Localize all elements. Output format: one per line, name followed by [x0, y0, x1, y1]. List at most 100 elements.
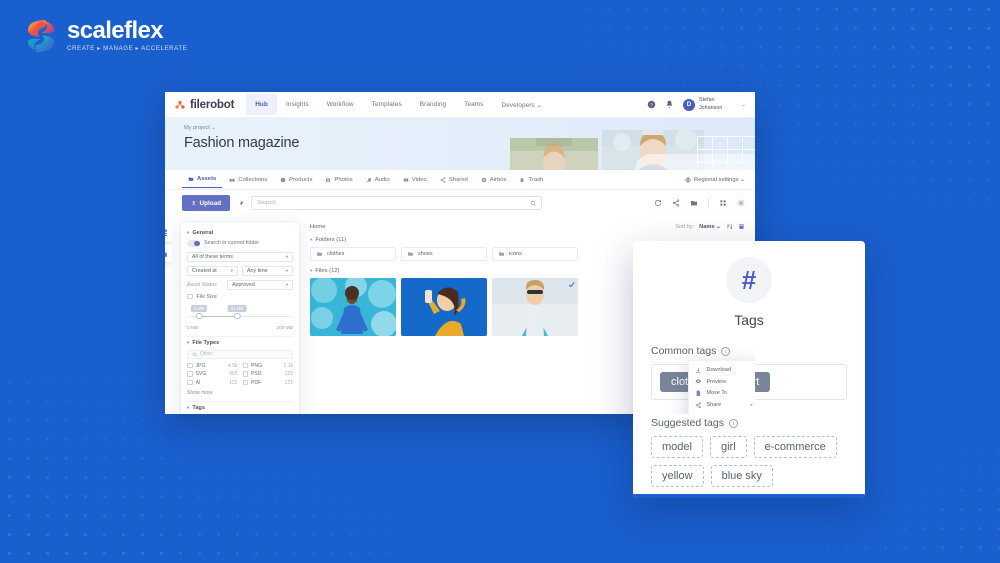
- chevron-down-icon: ▾: [187, 404, 190, 410]
- show-more-link[interactable]: Show more: [187, 390, 293, 396]
- asset-tab-collections[interactable]: Collections: [223, 172, 273, 188]
- suggested-tag-chip[interactable]: yellow: [651, 465, 704, 487]
- left-rail: [165, 224, 172, 262]
- facet-count: 121: [284, 379, 293, 386]
- facet-item[interactable]: PNG 1.1k: [242, 362, 293, 369]
- date-filter-row: Created at ▾ Any time ▾: [187, 265, 293, 276]
- search-current-folder-toggle[interactable]: Search in current folder: [187, 240, 293, 247]
- bell-icon[interactable]: [665, 100, 674, 109]
- regional-settings-button[interactable]: Regional settings ⌄: [685, 177, 745, 183]
- chevron-down-icon: ▾: [187, 339, 190, 345]
- folder-icon[interactable]: [690, 199, 698, 207]
- file-thumbnail[interactable]: [492, 278, 578, 336]
- facet-checkbox[interactable]: [242, 362, 248, 369]
- filerobot-logo[interactable]: filerobot: [174, 99, 234, 111]
- user-menu[interactable]: D Stefan Johanson ⌄: [682, 97, 746, 112]
- context-menu-item-move-to[interactable]: Move To: [689, 387, 755, 399]
- facet-item[interactable]: SVG 465: [187, 371, 238, 377]
- help-circle-icon[interactable]: ?: [647, 100, 656, 109]
- context-menu-item-edit-image[interactable]: Edit Image: [689, 411, 755, 415]
- date-field-select[interactable]: Created at ▾: [187, 265, 238, 276]
- gear-icon[interactable]: [737, 199, 745, 207]
- suggested-tags-list: model girl e-commerce yellow blue sky: [651, 436, 847, 487]
- folder-card[interactable]: clothes: [310, 247, 396, 261]
- search-icon[interactable]: [530, 200, 537, 207]
- rail-button-layers[interactable]: [165, 245, 172, 262]
- filter-section-file-types[interactable]: ▾ File Types: [187, 340, 293, 346]
- info-icon[interactable]: i: [728, 418, 738, 428]
- file-size-range-ends: 0 MB 200 MB: [187, 326, 293, 331]
- facet-item[interactable]: JPG 4.5k: [187, 363, 238, 369]
- file-size-checkbox-row[interactable]: File Size: [187, 294, 293, 300]
- facet-checkbox[interactable]: [242, 379, 248, 386]
- file-size-slider[interactable]: 5 MB 31 MB: [189, 304, 291, 325]
- facet-checkbox[interactable]: [187, 379, 193, 386]
- products-icon: [280, 177, 286, 182]
- asset-tab-photos[interactable]: Photos: [319, 172, 358, 188]
- topnav-item-teams[interactable]: Teams: [455, 94, 492, 115]
- slider-handle-min[interactable]: [195, 312, 203, 320]
- asset-status-select[interactable]: Approved ▾: [227, 279, 293, 290]
- file-thumbnail[interactable]: [401, 278, 487, 336]
- asset-tab-assets[interactable]: Assets: [182, 171, 223, 188]
- asset-tab-airbox[interactable]: Airbox: [475, 172, 513, 188]
- rail-button-filters[interactable]: [165, 224, 172, 241]
- suggested-tag-chip[interactable]: blue sky: [710, 465, 773, 487]
- asset-tab-shared[interactable]: Shared: [434, 172, 474, 188]
- upload-button[interactable]: Upload: [182, 195, 231, 211]
- facet-checkbox[interactable]: [187, 371, 193, 377]
- facet-checkbox[interactable]: [242, 371, 248, 377]
- brand-tagline: CREATE ▸ MANAGE ▸ ACCELERATE: [67, 45, 188, 53]
- upload-label: Upload: [199, 199, 222, 207]
- list-view-icon[interactable]: [738, 223, 745, 230]
- folder-card[interactable]: shoes: [401, 247, 487, 261]
- context-menu-item-share[interactable]: Share ▸: [689, 399, 755, 411]
- date-value-select[interactable]: Any time ▾: [242, 265, 293, 276]
- search-placeholder: Search: [257, 200, 276, 206]
- topnav-item-templates[interactable]: Templates: [363, 94, 411, 115]
- grid-view-icon[interactable]: [719, 199, 727, 207]
- facet-checkbox[interactable]: [187, 362, 193, 369]
- file-thumbnail[interactable]: [310, 278, 396, 336]
- topnav-item-developers[interactable]: Developers ⌄: [492, 94, 551, 116]
- terms-select[interactable]: All of these terms ▾: [187, 251, 293, 262]
- asset-tab-label: Assets: [197, 176, 217, 182]
- filter-section-label: File Types: [192, 339, 220, 346]
- filter-section-tags[interactable]: ▾ Tags: [187, 405, 293, 411]
- search-input[interactable]: Search: [251, 196, 543, 210]
- filter-section-general[interactable]: ▾ General: [187, 230, 293, 236]
- topnav-item-branding[interactable]: Branding: [411, 94, 455, 115]
- suggested-tag-chip[interactable]: e-commerce: [753, 436, 837, 458]
- file-types-search-input[interactable]: Other: [187, 349, 293, 359]
- context-menu-item-preview[interactable]: Preview: [689, 376, 755, 388]
- topnav-item-workflow[interactable]: Workflow: [318, 94, 363, 115]
- context-menu-item-download[interactable]: Download: [689, 364, 755, 376]
- folder-card[interactable]: icons: [492, 247, 578, 261]
- assets-toolbar: Upload Search: [165, 190, 755, 216]
- topnav-item-hub[interactable]: Hub: [246, 94, 277, 115]
- facet-count: 1.1k: [283, 362, 293, 369]
- asset-tab-products[interactable]: Products: [274, 172, 318, 188]
- sort-by-value[interactable]: Name ⌄: [699, 224, 721, 230]
- info-icon[interactable]: i: [721, 346, 731, 356]
- refresh-icon[interactable]: [654, 199, 662, 207]
- suggested-tag-chip[interactable]: girl: [709, 436, 747, 458]
- folder-icon: [499, 252, 504, 256]
- avatar: D: [682, 98, 695, 111]
- files-heading-label: Files (12): [315, 268, 340, 274]
- breadcrumb[interactable]: Home: [310, 224, 325, 230]
- facet-item[interactable]: PDF 121: [242, 379, 293, 386]
- suggested-tag-chip[interactable]: model: [651, 436, 703, 458]
- sort-descending-icon[interactable]: [726, 223, 733, 230]
- facet-item[interactable]: AI 122: [187, 380, 238, 386]
- asset-tab-video[interactable]: Video: [397, 172, 433, 188]
- topnav-item-insights[interactable]: Insights: [277, 94, 318, 115]
- asset-tab-audio[interactable]: Audio: [360, 172, 396, 188]
- slider-handle-max[interactable]: [233, 312, 241, 320]
- file-size-checkbox[interactable]: [187, 293, 193, 300]
- asset-tab-trash[interactable]: Trash: [513, 172, 549, 188]
- share-icon[interactable]: [672, 199, 680, 207]
- facet-item[interactable]: PSD 122: [242, 371, 293, 377]
- pin-icon[interactable]: [237, 200, 244, 207]
- files-topbar: Home Sort by: Name ⌄: [310, 223, 745, 230]
